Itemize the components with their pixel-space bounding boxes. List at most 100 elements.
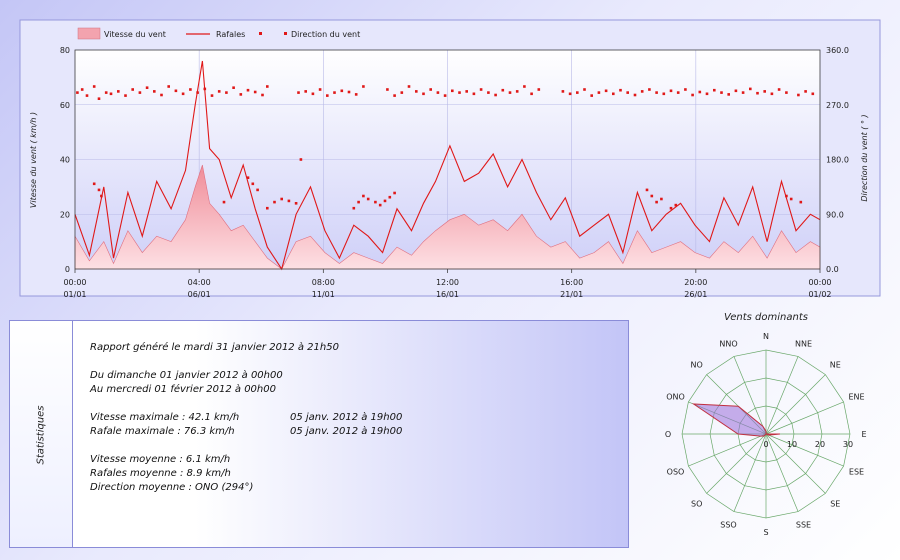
y-tick-label-right: 0.0 bbox=[826, 265, 839, 274]
direction-point bbox=[655, 91, 658, 94]
direction-point bbox=[246, 88, 250, 92]
direction-point bbox=[97, 97, 101, 100]
x-tick-date: 11/01 bbox=[312, 290, 335, 299]
direction-point bbox=[797, 93, 800, 97]
direction-point bbox=[174, 89, 178, 93]
x-tick-date: 21/01 bbox=[560, 290, 583, 299]
direction-point bbox=[660, 197, 663, 201]
direction-point bbox=[612, 92, 615, 96]
direction-point bbox=[501, 88, 505, 92]
direction-point bbox=[407, 85, 411, 88]
y-tick-label: 0 bbox=[65, 265, 70, 274]
direction-point bbox=[362, 194, 365, 198]
direction-point bbox=[720, 91, 723, 94]
direction-point bbox=[318, 88, 322, 91]
direction-point bbox=[785, 91, 788, 94]
rose-direction-label: NNE bbox=[795, 340, 812, 349]
rose-direction-label: N bbox=[763, 332, 769, 341]
direction-point bbox=[583, 88, 586, 91]
y-tick-label-right: 360.0 bbox=[826, 46, 849, 55]
y-tick-label-right: 270.0 bbox=[826, 101, 849, 110]
direction-point bbox=[181, 92, 185, 96]
x-tick-time: 00:00 bbox=[808, 278, 831, 287]
direction-point bbox=[222, 200, 226, 204]
direction-point bbox=[465, 90, 468, 93]
max-speed-date: 05 janv. 2012 à 19h00 bbox=[290, 412, 403, 423]
rose-direction-label: ONO bbox=[666, 393, 685, 402]
stats-panel: Statistiques Rapport généré le mardi 31 … bbox=[9, 320, 629, 548]
direction-point bbox=[189, 88, 192, 91]
direction-point bbox=[508, 91, 512, 94]
direction-point bbox=[131, 88, 134, 91]
direction-point bbox=[804, 90, 807, 93]
rose-spoke bbox=[706, 433, 767, 494]
direction-point bbox=[626, 91, 629, 94]
direction-point bbox=[251, 182, 255, 186]
y-tick-label: 60 bbox=[60, 101, 70, 110]
avg-speed: Vitesse moyenne : 6.1 km/h bbox=[90, 454, 231, 465]
x-tick-date: 16/01 bbox=[436, 290, 459, 299]
direction-point bbox=[378, 203, 382, 207]
direction-point bbox=[523, 85, 526, 88]
direction-point bbox=[138, 91, 142, 94]
rose-direction-label: NNO bbox=[719, 340, 737, 349]
direction-point bbox=[640, 90, 644, 93]
x-tick-time: 16:00 bbox=[560, 278, 583, 287]
direction-point bbox=[253, 90, 257, 94]
max-gust-date: 05 janv. 2012 à 19h00 bbox=[290, 426, 403, 437]
direction-point bbox=[698, 90, 702, 94]
direction-point bbox=[436, 91, 440, 94]
direction-point bbox=[266, 206, 269, 210]
x-tick-date: 01/01 bbox=[63, 290, 86, 299]
direction-point bbox=[104, 91, 108, 94]
direction-point bbox=[100, 194, 103, 198]
direction-point bbox=[691, 93, 694, 97]
direction-point bbox=[676, 91, 680, 94]
direction-point bbox=[287, 199, 291, 203]
stats-side: Statistiques bbox=[10, 321, 73, 547]
direction-point bbox=[604, 89, 608, 93]
direction-point bbox=[443, 94, 447, 97]
direction-point bbox=[415, 90, 418, 93]
direction-point bbox=[734, 89, 738, 93]
direction-point bbox=[326, 94, 329, 97]
direction-point bbox=[458, 91, 461, 94]
direction-point bbox=[777, 88, 781, 91]
direction-point bbox=[662, 92, 666, 96]
direction-point bbox=[225, 91, 228, 94]
y-tick-label-right: 180.0 bbox=[826, 156, 849, 165]
direction-point bbox=[366, 197, 370, 201]
x-tick-date: 01/02 bbox=[808, 290, 831, 299]
direction-point bbox=[451, 89, 454, 93]
direction-point bbox=[352, 206, 356, 210]
x-tick-time: 08:00 bbox=[312, 278, 335, 287]
rose-direction-label: E bbox=[861, 430, 866, 439]
direction-point bbox=[705, 92, 709, 96]
rose-direction-label: S bbox=[763, 528, 768, 537]
direction-point bbox=[669, 206, 673, 210]
direction-point bbox=[515, 90, 519, 93]
direction-point bbox=[109, 92, 113, 96]
direction-point bbox=[799, 200, 803, 204]
direction-point bbox=[479, 88, 483, 91]
direction-point bbox=[741, 91, 745, 94]
wind-chart: 0 0.0 20 90.0 40 180.0 60 270.0 80 360.0 00:00 01/0… bbox=[19, 19, 881, 299]
direction-point bbox=[160, 93, 163, 97]
direction-point bbox=[266, 85, 269, 88]
rose-direction-label: O bbox=[665, 430, 671, 439]
legend: Vitesse du vent Rafales Direction du ven… bbox=[77, 27, 360, 40]
report-date: Rapport généré le mardi 31 janvier 2012 … bbox=[90, 342, 339, 353]
rose-title: Vents dominants bbox=[724, 312, 808, 323]
direction-point bbox=[246, 176, 250, 179]
max-speed-row: Vitesse maximale : 42.1 km/h 05 janv. 20… bbox=[90, 411, 402, 425]
direction-point bbox=[669, 89, 673, 93]
period-end: Au mercredi 01 février 2012 à 00h00 bbox=[90, 384, 276, 395]
rose-radius-label: 10 bbox=[787, 440, 797, 449]
direction-point bbox=[354, 93, 358, 96]
x-tick-time: 00:00 bbox=[63, 278, 86, 287]
direction-point bbox=[561, 90, 565, 93]
max-gust: Rafale maximale : 76.3 km/h bbox=[90, 426, 235, 437]
direction-point bbox=[674, 203, 678, 207]
rose-radius-label: 0 bbox=[763, 440, 768, 449]
direction-point bbox=[357, 200, 360, 204]
